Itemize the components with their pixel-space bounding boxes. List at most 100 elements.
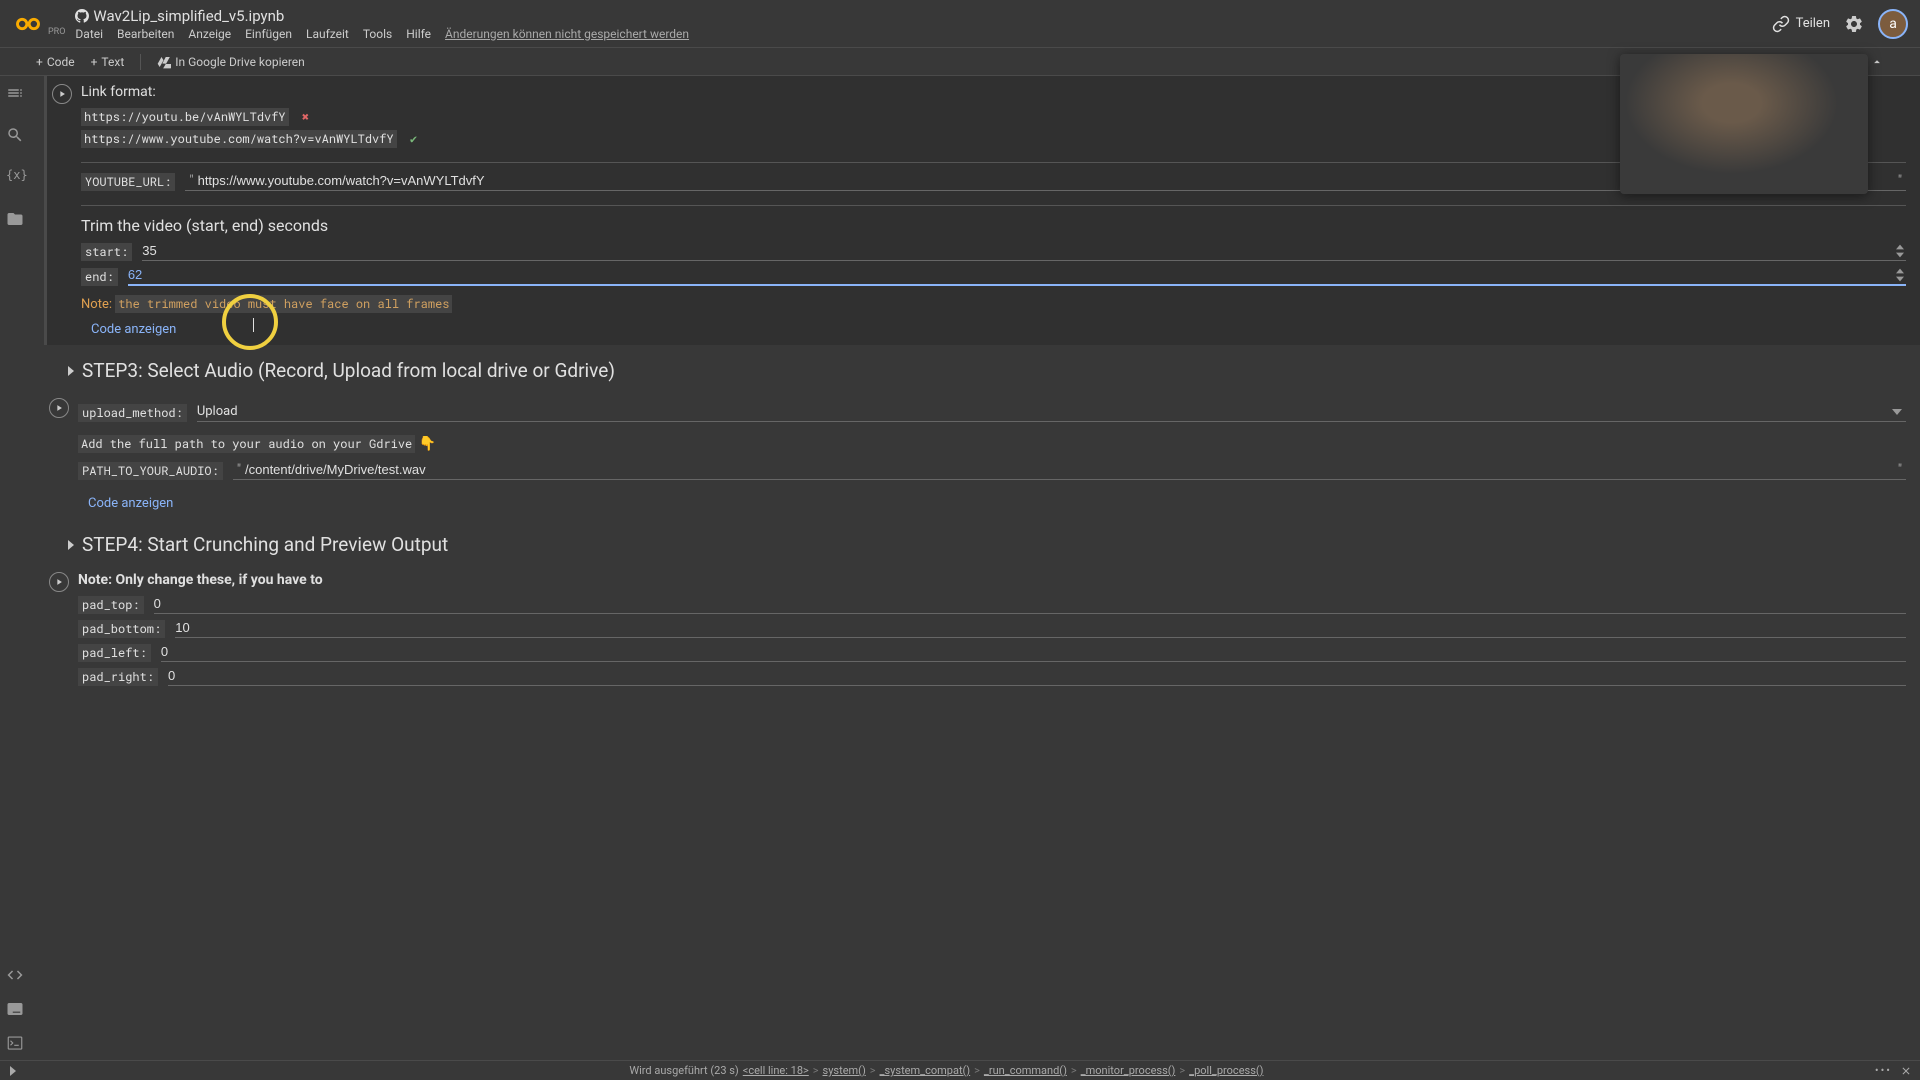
pad-right-row: pad_right: [78, 668, 1906, 686]
menu-laufzeit[interactable]: Laufzeit [306, 27, 349, 41]
vars-icon[interactable]: {x} [6, 168, 24, 186]
menu-bar: Datei Bearbeiten Anzeige Einfügen Laufze… [75, 27, 689, 41]
terminal-icon[interactable] [6, 1000, 24, 1018]
collapse-icon[interactable] [66, 540, 76, 550]
run-button[interactable] [49, 398, 69, 418]
cell-content: upload_method: Upload Add the full path … [74, 390, 1920, 519]
pad-top-row: pad_top: [78, 596, 1906, 614]
pad-right-input[interactable] [168, 668, 1906, 683]
upload-method-label: upload_method: [78, 404, 187, 422]
search-icon[interactable] [6, 126, 24, 144]
end-input-wrap[interactable] [128, 267, 1906, 286]
youtube-url-label: YOUTUBE_URL: [81, 173, 175, 191]
webcam-overlay [1620, 54, 1868, 194]
run-button[interactable] [52, 84, 72, 104]
spin-up-icon [1894, 243, 1906, 251]
pro-badge: PRO [48, 27, 65, 37]
cell-gutter [47, 76, 77, 345]
pad-left-row: pad_left: [78, 644, 1906, 662]
left-sidebar: {x} [0, 76, 30, 1060]
spin-down-icon [1894, 251, 1906, 259]
pad-left-label: pad_left: [78, 644, 151, 662]
menu-datei[interactable]: Datei [75, 27, 103, 41]
run-button[interactable] [49, 572, 69, 592]
main[interactable]: Link format: https://youtu.be/vAnWYLTdvf… [30, 76, 1920, 1060]
save-warning[interactable]: Änderungen können nicht gespeichert werd… [445, 27, 689, 41]
trace-frame[interactable]: system() [823, 1064, 866, 1077]
header-right: Teilen a [1772, 9, 1908, 39]
audio-path-row: PATH_TO_YOUR_AUDIO: " " [78, 462, 1906, 480]
start-label: start: [81, 243, 132, 261]
collapse-icon[interactable] [66, 366, 76, 376]
drive-icon [157, 55, 171, 69]
start-input[interactable] [142, 243, 1906, 258]
trace-frame[interactable]: _system_compat() [880, 1064, 971, 1077]
audio-path-label: PATH_TO_YOUR_AUDIO: [78, 462, 223, 480]
notebook-title[interactable]: Wav2Lip_simplified_v5.ipynb [75, 7, 689, 25]
trace-frame[interactable]: _monitor_process() [1081, 1064, 1176, 1077]
trace-frame[interactable]: _poll_process() [1189, 1064, 1263, 1077]
show-code-link[interactable]: Code anzeigen [91, 322, 176, 337]
folder-icon[interactable] [6, 210, 24, 228]
code-icon[interactable] [6, 966, 24, 984]
show-code-link[interactable]: Code anzeigen [88, 496, 173, 511]
chevron-down-icon [1892, 407, 1902, 417]
cell-step4[interactable]: Note: Only change these, if you have to … [44, 564, 1920, 700]
colab-logo[interactable] [12, 8, 44, 40]
gdrive-hint-row: Add the full path to your audio on your … [78, 436, 1906, 452]
pad-bottom-input-wrap[interactable] [175, 620, 1906, 638]
gear-icon[interactable] [1844, 14, 1864, 34]
status-text: Wird ausgeführt (23 s) [629, 1064, 738, 1077]
menu-einfuegen[interactable]: Einfügen [245, 27, 292, 41]
github-icon [75, 9, 89, 23]
spin-up-icon [1894, 267, 1906, 275]
pad-right-input-wrap[interactable] [168, 668, 1906, 686]
expand-icon[interactable] [8, 1066, 18, 1076]
copy-drive-button[interactable]: In Google Drive kopieren [157, 55, 305, 69]
start-input-wrap[interactable] [142, 243, 1906, 261]
cell-step3[interactable]: upload_method: Upload Add the full path … [44, 390, 1920, 519]
status-trace: Wird ausgeführt (23 s) <cell line: 18> >… [629, 1064, 1263, 1077]
step3-header[interactable]: STEP3: Select Audio (Record, Upload from… [30, 345, 1920, 390]
upload-method-row: upload_method: Upload [78, 404, 1906, 422]
add-code-button[interactable]: + Code [36, 55, 75, 69]
spinner[interactable] [1894, 267, 1906, 283]
x-icon: ✖ [302, 109, 309, 125]
plus-icon: + [36, 55, 43, 69]
close-icon[interactable] [1900, 1065, 1912, 1077]
shell-icon[interactable] [6, 1034, 24, 1052]
step3-title: STEP3: Select Audio (Record, Upload from… [82, 359, 615, 382]
audio-path-input-wrap[interactable]: " " [233, 462, 1906, 480]
end-row: end: [81, 267, 1906, 286]
step4-note: Note: Only change these, if you have to [78, 572, 1906, 588]
menu-bearbeiten[interactable]: Bearbeiten [117, 27, 174, 41]
audio-path-input[interactable] [245, 462, 1894, 477]
cell-gutter [44, 564, 74, 700]
pad-left-input[interactable] [161, 644, 1906, 659]
menu-hilfe[interactable]: Hilfe [406, 27, 431, 41]
spinner[interactable] [1894, 243, 1906, 259]
add-text-button[interactable]: + Text [91, 55, 125, 69]
share-button[interactable]: Teilen [1772, 15, 1830, 33]
toc-icon[interactable] [6, 84, 24, 102]
point-down-icon: 👇 [419, 436, 436, 452]
pad-right-label: pad_right: [78, 668, 158, 686]
pad-top-input[interactable] [154, 596, 1906, 611]
trace-frame[interactable]: _run_command() [984, 1064, 1067, 1077]
header: PRO Wav2Lip_simplified_v5.ipynb Datei Be… [0, 0, 1920, 48]
upload-method-select[interactable]: Upload [197, 404, 1906, 422]
check-icon: ✔ [410, 131, 417, 147]
end-input[interactable] [128, 267, 1906, 282]
trace-frame[interactable]: <cell line: 18> [743, 1064, 809, 1077]
pad-bottom-input[interactable] [175, 620, 1906, 635]
menu-tools[interactable]: Tools [363, 27, 392, 41]
pad-top-input-wrap[interactable] [154, 596, 1906, 614]
step4-header[interactable]: STEP4: Start Crunching and Preview Outpu… [30, 519, 1920, 564]
pad-left-input-wrap[interactable] [161, 644, 1906, 662]
menu-anzeige[interactable]: Anzeige [188, 27, 231, 41]
separator [140, 54, 141, 70]
avatar[interactable]: a [1878, 9, 1908, 39]
pad-top-label: pad_top: [78, 596, 144, 614]
chevron-up-icon[interactable] [1870, 55, 1884, 69]
more-dots[interactable]: ••• [1875, 1064, 1892, 1077]
